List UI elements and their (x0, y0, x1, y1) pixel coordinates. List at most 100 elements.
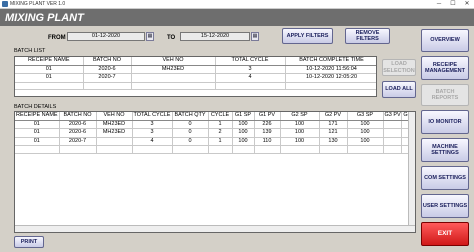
table-cell (96, 137, 133, 146)
batch-details-label: BATCH DETAILS (14, 104, 57, 110)
remove-filters-button[interactable]: REMOVE FILTERS (345, 28, 390, 44)
com-settings-button[interactable]: COM SETTINGS (421, 166, 469, 190)
table-cell (83, 82, 132, 90)
table-cell (383, 120, 402, 129)
details-col-cycle[interactable]: CYCLE (208, 112, 233, 121)
close-window-button[interactable]: ✕ (460, 0, 474, 9)
table-cell: 3 (132, 120, 173, 129)
batch-list-header-row: RECEIPE NAME BATCH NO VEH NO TOTAL CYCLE… (15, 57, 376, 66)
table-row[interactable]: 01 2020-7 4 0 1 100 110 100 130 100 (15, 137, 408, 146)
table-cell (401, 145, 408, 154)
batch-list-col-total-cycle[interactable]: TOTAL CYCLE (215, 57, 286, 66)
table-row[interactable]: 01 2020-6 MH23ED 3 0 2 100 139 100 121 1… (15, 128, 408, 138)
table-cell: 10-12-2020 12:05:20 (285, 73, 376, 83)
to-calendar-icon[interactable]: ▦ (251, 32, 259, 41)
details-horizontal-scrollbar[interactable] (15, 225, 415, 232)
table-cell: 139 (254, 128, 281, 138)
table-cell: 110 (254, 137, 281, 146)
apply-filters-button[interactable]: APPLY FILTERS (282, 28, 333, 44)
receipe-management-button[interactable]: RECEIPE MANAGEMENT (421, 56, 469, 80)
table-cell (131, 73, 216, 83)
app-heading: MIXING PLANT (5, 12, 84, 24)
table-cell: 01 (15, 128, 60, 138)
window-title-bar (0, 0, 474, 9)
table-cell: 2 (208, 128, 233, 138)
details-col-receipe-name[interactable]: RECEIPE NAME (15, 112, 60, 121)
table-cell: MH23ED (131, 65, 216, 74)
table-cell (15, 82, 84, 90)
details-col-g2-pv[interactable]: G2 PV (319, 112, 348, 121)
details-col-g2-sp[interactable]: G2 SP (280, 112, 320, 121)
table-cell: 01 (15, 137, 60, 146)
load-selection-button[interactable]: LOAD SELECTION (382, 59, 416, 76)
batch-list-table[interactable]: RECEIPE NAME BATCH NO VEH NO TOTAL CYCLE… (14, 56, 377, 97)
batch-list-col-batch-no[interactable]: BATCH NO (83, 57, 132, 66)
print-button[interactable]: PRINT (14, 236, 44, 248)
table-cell: MH23ED (96, 120, 133, 129)
details-col-g-truncated[interactable]: G (401, 112, 408, 121)
table-cell (131, 82, 216, 90)
table-cell: 100 (280, 137, 320, 146)
details-col-g1-sp[interactable]: G1 SP (232, 112, 255, 121)
table-cell: 1 (208, 120, 233, 129)
batch-list-col-receipe-name[interactable]: RECEIPE NAME (15, 57, 84, 66)
table-cell (208, 145, 233, 154)
table-row[interactable]: 01 2020-6 MH23ED 3 10-12-2020 11:56:04 (15, 65, 376, 74)
table-cell (280, 145, 320, 154)
exit-button[interactable]: EXIT (421, 222, 469, 246)
table-row[interactable]: 01 2020-7 4 10-12-2020 12:05:20 (15, 73, 376, 83)
table-cell: 3 (132, 128, 173, 138)
to-date-field[interactable]: 15-12-2020 (180, 32, 250, 41)
table-cell: 0 (172, 120, 209, 129)
table-cell: 0 (172, 128, 209, 138)
table-row[interactable] (15, 82, 376, 90)
table-cell: 01 (15, 120, 60, 129)
details-col-total-cycle[interactable]: TOTAL CYCLE (132, 112, 173, 121)
table-cell: 171 (319, 120, 348, 129)
details-vertical-scrollbar[interactable] (408, 112, 415, 225)
overview-button[interactable]: OVERVIEW (421, 29, 469, 52)
table-cell: 4 (215, 73, 286, 83)
details-col-g1-pv[interactable]: G1 PV (254, 112, 281, 121)
table-cell: 100 (280, 128, 320, 138)
load-all-button[interactable]: LOAD ALL (382, 81, 416, 98)
table-row[interactable]: 01 2020-6 MH23ED 3 0 1 100 226 100 171 1… (15, 120, 408, 129)
batch-reports-button[interactable]: BATCH REPORTS (421, 84, 469, 106)
machine-settings-button[interactable]: MACHINE SETTINGS (421, 138, 469, 162)
details-col-g3-sp[interactable]: G3 SP (347, 112, 384, 121)
from-calendar-icon[interactable]: ▦ (146, 32, 154, 41)
table-cell (15, 145, 60, 154)
details-col-g3-pv[interactable]: G3 PV (383, 112, 402, 121)
table-cell: 100 (280, 120, 320, 129)
table-cell (254, 145, 281, 154)
batch-details-table[interactable]: RECEIPE NAME BATCH NO VEH NO TOTAL CYCLE… (14, 111, 416, 233)
table-row[interactable] (15, 145, 408, 154)
table-cell: 01 (15, 73, 84, 83)
from-date-field[interactable]: 01-12-2020 (67, 32, 145, 41)
maximize-button[interactable]: ☐ (446, 0, 460, 9)
details-col-batch-qty[interactable]: BATCH QTY (172, 112, 209, 121)
table-cell: 0 (172, 137, 209, 146)
minimize-button[interactable]: ─ (432, 0, 446, 9)
table-cell: 100 (347, 128, 384, 138)
user-settings-button[interactable]: USER SETTINGS (421, 194, 469, 218)
table-cell: 2020-6 (83, 65, 132, 74)
batch-list-label: BATCH LIST (14, 48, 46, 54)
table-cell (172, 145, 209, 154)
table-cell (383, 128, 402, 138)
table-cell: 2020-7 (59, 137, 97, 146)
to-label: TO (167, 35, 176, 41)
batch-list-col-complete-time[interactable]: BATCH COMPLETE TIME (285, 57, 376, 66)
details-col-veh-no[interactable]: VEH NO (96, 112, 133, 121)
table-cell: 100 (232, 120, 255, 129)
table-cell (347, 145, 384, 154)
batch-list-col-veh-no[interactable]: VEH NO (131, 57, 216, 66)
table-cell: 2020-6 (59, 120, 97, 129)
app-icon (2, 1, 8, 7)
details-col-batch-no[interactable]: BATCH NO (59, 112, 97, 121)
table-cell: 1 (208, 137, 233, 146)
io-monitor-button[interactable]: IO MONITOR (421, 110, 469, 134)
table-cell (132, 145, 173, 154)
table-cell: 10-12-2020 11:56:04 (285, 65, 376, 74)
table-cell: 121 (319, 128, 348, 138)
